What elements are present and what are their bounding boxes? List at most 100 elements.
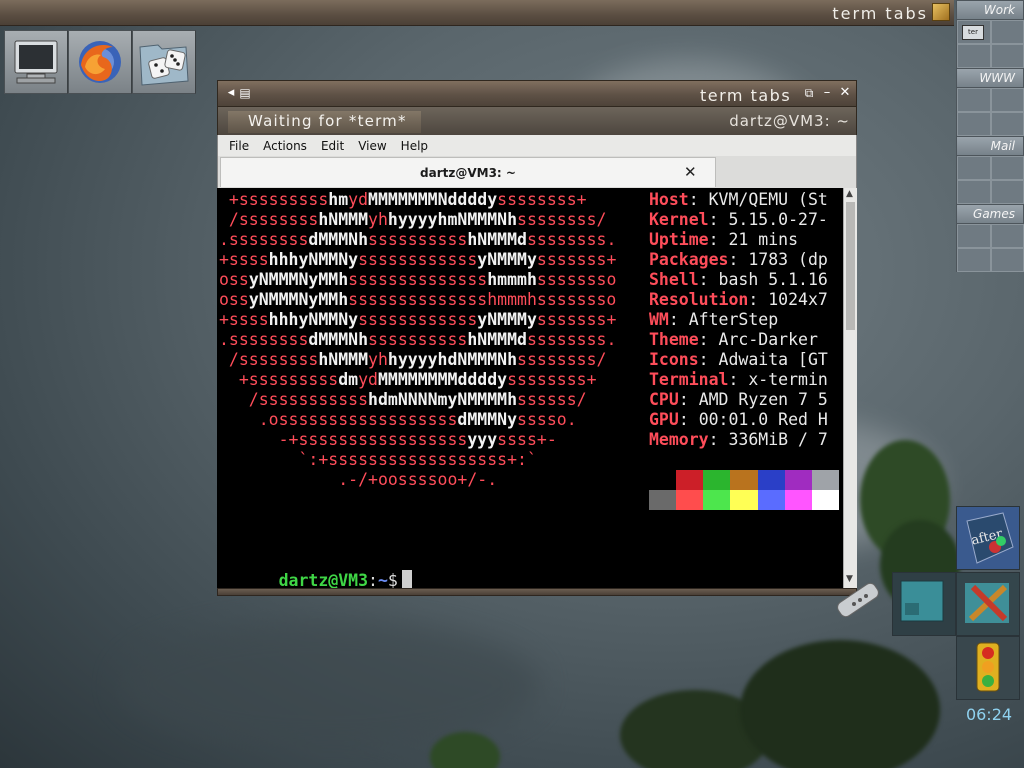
ascii-line: .ssssssssdMMMNhsssssssssshNMMMdssssssss. <box>219 230 616 250</box>
info-key: CPU <box>649 390 679 409</box>
desk-cell[interactable] <box>957 88 991 112</box>
desk-cell[interactable] <box>990 44 1024 68</box>
shade-icon[interactable]: ⧉ <box>802 86 816 100</box>
menu-actions[interactable]: Actions <box>256 139 314 153</box>
info-line: WM: AfterStep <box>649 310 839 330</box>
ascii-segment: ssssssss+ <box>507 370 597 389</box>
window-tabbar: Waiting for *term* dartz@VM3: ~ <box>217 107 857 135</box>
desk-cell[interactable] <box>990 156 1024 180</box>
ascii-segment: ssssssss/ <box>517 350 607 369</box>
desk-cell[interactable] <box>990 88 1024 112</box>
desk-cell[interactable] <box>957 224 991 248</box>
info-key: Host <box>649 190 689 209</box>
palette-swatch <box>730 470 758 490</box>
desk-cell[interactable]: ter <box>957 20 991 44</box>
info-key: Shell <box>649 270 699 289</box>
palette-swatch <box>676 490 704 510</box>
info-separator: : <box>728 370 749 389</box>
palette-swatch <box>757 470 785 490</box>
desk-cell[interactable] <box>990 112 1024 136</box>
monitor-icon <box>14 40 58 84</box>
window-menu-icon[interactable]: ▤ <box>238 86 252 100</box>
firefox-launcher-button[interactable] <box>68 30 132 94</box>
ascii-segment: `:+ssssssssssssssssss+:` <box>219 450 537 469</box>
info-separator: : <box>708 430 729 449</box>
info-separator: : <box>688 190 709 209</box>
window-host-label[interactable]: dartz@VM3: ~ <box>729 112 850 130</box>
desk-cell[interactable] <box>957 44 991 68</box>
desktop-screen-button[interactable] <box>892 572 956 636</box>
window-tab[interactable]: Waiting for *term* <box>228 111 421 133</box>
menu-arrow-icon[interactable]: ◂ <box>224 86 238 100</box>
info-key: Resolution <box>649 290 749 309</box>
remote-control-icon[interactable] <box>832 578 884 622</box>
info-key: Icons <box>649 350 699 369</box>
desk-cell[interactable] <box>990 20 1024 44</box>
tab-close-icon[interactable]: ✕ <box>684 163 697 181</box>
ascii-segment: hhhyNMMNy <box>268 310 359 329</box>
menu-file[interactable]: File <box>222 139 256 153</box>
desk-cell[interactable] <box>957 156 991 180</box>
desk-cell[interactable] <box>957 112 991 136</box>
terminal-tab[interactable]: dartz@VM3: ~ <box>220 157 716 187</box>
desk-cell[interactable] <box>957 248 991 272</box>
ascii-line: +sssshhhyNMMNyssssssssssssyNMMMysssssss+ <box>219 310 616 330</box>
ascii-segment: hm <box>328 190 349 209</box>
desk-cell[interactable] <box>990 224 1024 248</box>
desk-label-www[interactable]: WWW <box>956 68 1024 88</box>
traffic-light-button[interactable] <box>956 636 1020 700</box>
ascii-segment: ssssssss/ <box>517 210 607 229</box>
scroll-thumb[interactable] <box>846 202 855 330</box>
desk-mail[interactable] <box>956 156 1024 204</box>
ascii-segment: +ssss <box>219 310 269 329</box>
desk-label-games[interactable]: Games <box>956 204 1024 224</box>
ascii-segment: yd <box>358 370 378 389</box>
scroll-up-icon[interactable]: ▲ <box>846 189 853 199</box>
pencil-icon[interactable] <box>932 3 950 21</box>
ascii-segment: ssssssso <box>536 270 617 289</box>
desk-games[interactable] <box>956 224 1024 272</box>
window-bottom-border[interactable] <box>217 588 857 596</box>
info-value: 5.15.0-27- <box>728 210 828 229</box>
desk-cell[interactable] <box>990 248 1024 272</box>
shell-prompt[interactable]: dartz@VM3:~$ <box>219 550 412 611</box>
desk-label-work[interactable]: Work <box>956 0 1024 20</box>
ascii-segment: hyyyyhdNMMMNh <box>387 350 518 369</box>
ascii-segment: ssssssss. <box>526 230 617 249</box>
ascii-segment: sssssss+ <box>536 310 617 329</box>
info-line: Resolution: 1024x7 <box>649 290 839 310</box>
terminal-launcher-button[interactable] <box>4 30 68 94</box>
ascii-segment: dMMMNh <box>308 330 369 349</box>
desk-work[interactable]: ter <box>956 20 1024 68</box>
palette-swatch <box>703 490 731 510</box>
ascii-segment: ssssssssssss <box>358 250 478 269</box>
menu-help[interactable]: Help <box>394 139 435 153</box>
scrollbar[interactable]: ▲ ▼ <box>843 188 857 588</box>
terminal-output[interactable]: +ssssssssshmydMMMMMMMNddddyssssssss+ /ss… <box>217 188 843 590</box>
minimize-icon[interactable]: – <box>820 86 834 100</box>
info-value: AMD Ryzen 7 5 <box>698 390 828 409</box>
info-key: Packages <box>649 250 729 269</box>
mini-window[interactable]: ter <box>962 25 984 40</box>
ascii-segment: yNMMMNyMMh <box>248 290 349 309</box>
tools-button[interactable] <box>956 572 1020 636</box>
games-launcher-button[interactable] <box>132 30 196 94</box>
firefox-icon <box>79 41 121 83</box>
desk-cell[interactable] <box>957 180 991 204</box>
menu-view[interactable]: View <box>351 139 393 153</box>
info-separator: : <box>678 410 699 429</box>
palette-row <box>649 490 839 510</box>
ascii-line: .ssssssssdMMMNhsssssssssshNMMMdssssssss. <box>219 330 616 350</box>
afterstep-button[interactable]: after <box>956 506 1020 570</box>
desk-label-mail[interactable]: Mail <box>956 136 1024 156</box>
window-titlebar[interactable]: ◂ ▤ term tabs ⧉ – ✕ <box>217 80 857 107</box>
ascii-segment: ssssssssss <box>368 330 468 349</box>
close-icon[interactable]: ✕ <box>838 86 852 100</box>
top-title-bar[interactable]: term tabs <box>0 0 954 26</box>
info-separator: : <box>698 270 719 289</box>
desk-www[interactable] <box>956 88 1024 136</box>
menu-edit[interactable]: Edit <box>314 139 351 153</box>
palette-swatch <box>784 470 812 490</box>
desk-cell[interactable] <box>990 180 1024 204</box>
ascii-segment: hNMMM <box>318 210 369 229</box>
